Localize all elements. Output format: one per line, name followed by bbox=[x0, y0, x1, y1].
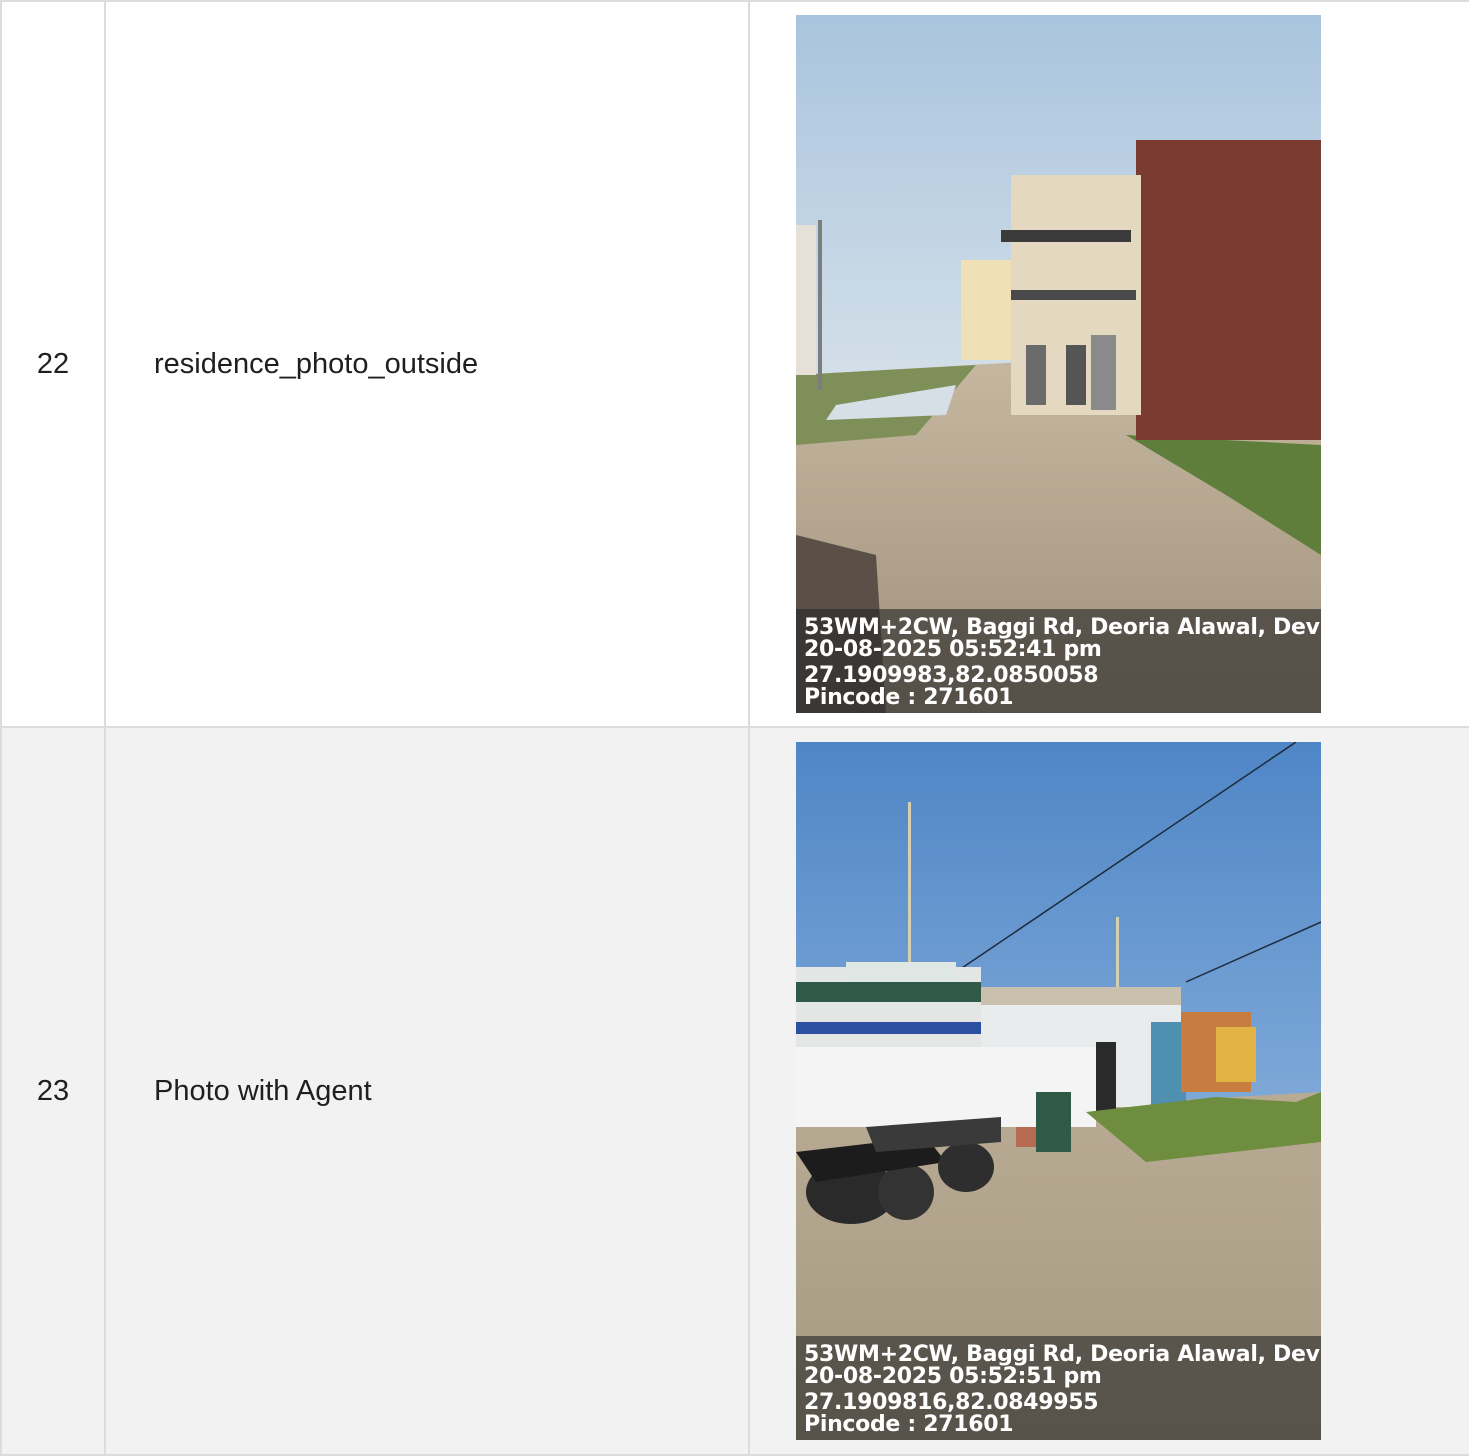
agent-photo[interactable]: 53WM+2CW, Baggi Rd, Deoria Alawal, Devri… bbox=[796, 742, 1321, 1440]
stamp-coords: 27.1909983,82.0850058 bbox=[804, 663, 1099, 688]
row-label: Photo with Agent bbox=[104, 726, 750, 1456]
table-row: 22 residence_photo_outside 53WM+2CW, Bag… bbox=[0, 0, 1469, 728]
stamp-coords: 27.1909816,82.0849955 bbox=[804, 1390, 1099, 1415]
stamp-address: 53WM+2CW, Baggi Rd, Deoria Alawal, Devri… bbox=[804, 615, 1321, 640]
stamp-pincode: Pincode : 271601 bbox=[804, 685, 1014, 710]
row-label: residence_photo_outside bbox=[104, 0, 750, 728]
row-number: 23 bbox=[0, 726, 106, 1456]
row-number: 22 bbox=[0, 0, 106, 728]
photo-cell: 53WM+2CW, Baggi Rd, Deoria Alawal, Devri… bbox=[748, 726, 1469, 1456]
photo-cell: 53WM+2CW, Baggi Rd, Deoria Alawal, Devri… bbox=[748, 0, 1469, 728]
stamp-datetime: 20-08-2025 05:52:51 pm bbox=[804, 1364, 1102, 1389]
photo-table: 22 residence_photo_outside 53WM+2CW, Bag… bbox=[0, 0, 1469, 1456]
geo-stamp: 53WM+2CW, Baggi Rd, Deoria Alawal, Devri… bbox=[796, 609, 1321, 713]
stamp-datetime: 20-08-2025 05:52:41 pm bbox=[804, 637, 1102, 662]
stamp-address: 53WM+2CW, Baggi Rd, Deoria Alawal, Devri… bbox=[804, 1342, 1321, 1367]
geo-stamp: 53WM+2CW, Baggi Rd, Deoria Alawal, Devri… bbox=[796, 1336, 1321, 1440]
stamp-pincode: Pincode : 271601 bbox=[804, 1412, 1014, 1437]
residence-photo[interactable]: 53WM+2CW, Baggi Rd, Deoria Alawal, Devri… bbox=[796, 15, 1321, 713]
table-row: 23 Photo with Agent 53WM+2CW, Baggi Rd, … bbox=[0, 726, 1469, 1456]
